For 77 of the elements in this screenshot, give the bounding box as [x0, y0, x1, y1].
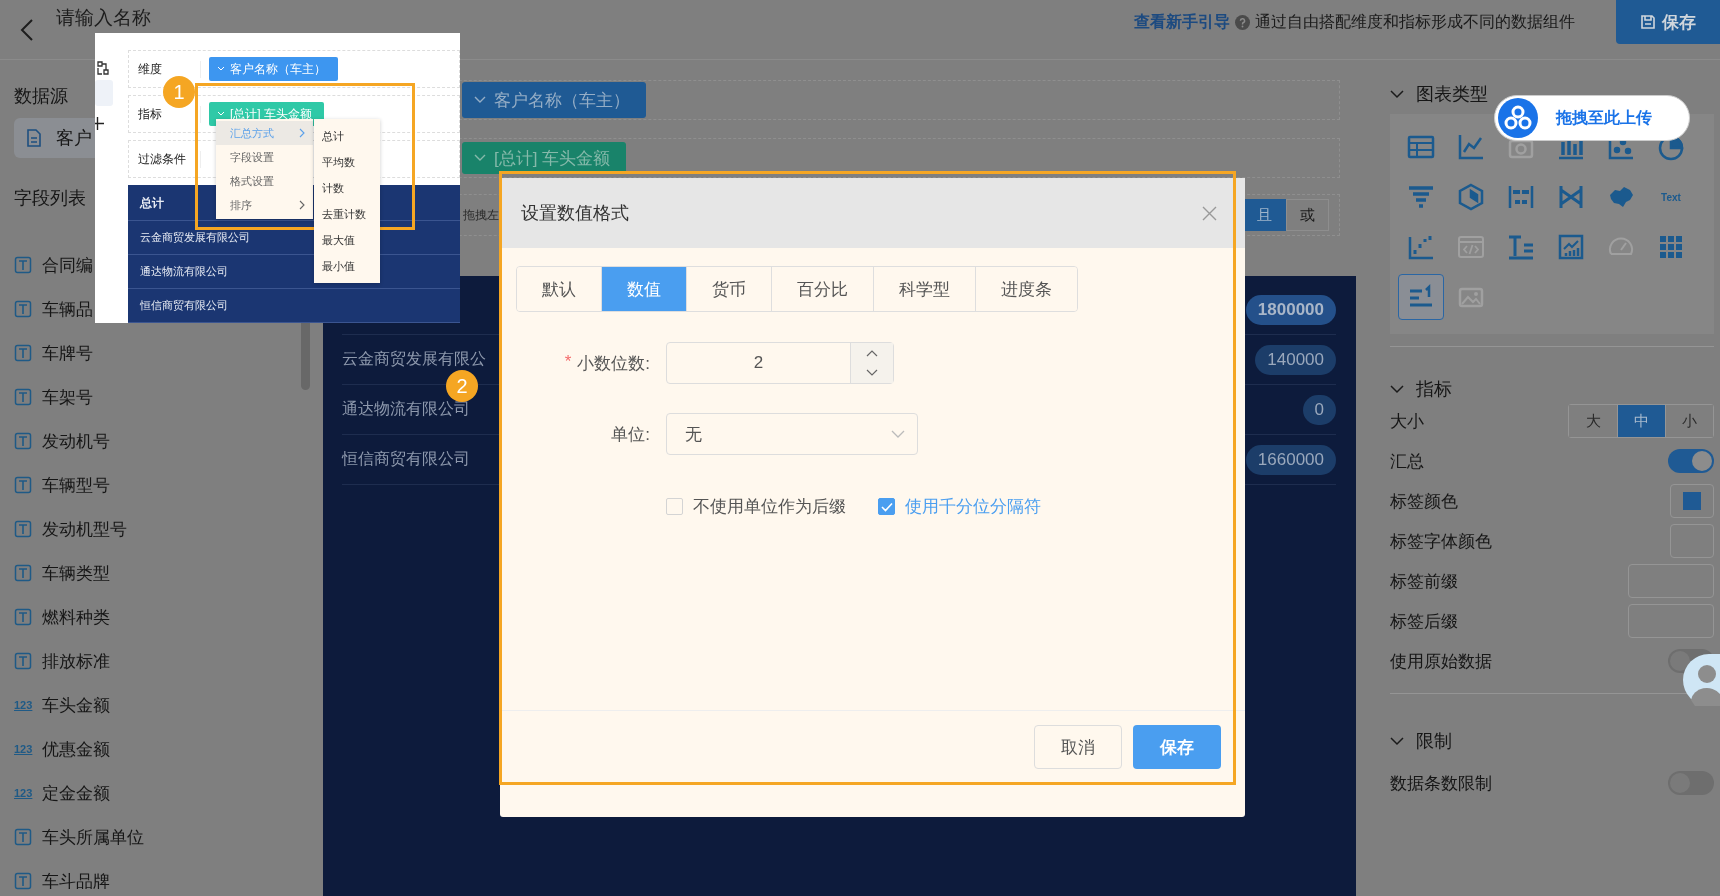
value-badge: 140000	[1255, 344, 1336, 375]
size-option[interactable]: 中	[1617, 405, 1665, 437]
number-type-icon: 123	[14, 743, 32, 755]
setting-label: 标签颜色	[1390, 490, 1458, 513]
setting-label: 标签前缀	[1390, 570, 1458, 593]
field-item[interactable]: 发动机号	[42, 429, 110, 453]
field-item[interactable]: 车头所属单位	[42, 825, 144, 849]
section-heading: 图表类型	[1416, 83, 1488, 106]
menu-item[interactable]: 最小值	[314, 253, 380, 279]
field-item[interactable]: 优惠金额	[42, 737, 110, 761]
section-heading: 限制	[1416, 730, 1452, 753]
setting-label: 数据条数限制	[1390, 772, 1492, 795]
format-tab[interactable]: 数值	[601, 267, 686, 311]
logic-toggle[interactable]: 或	[1286, 199, 1329, 231]
field-item[interactable]: 车架号	[42, 385, 93, 409]
field-item[interactable]: 车牌号	[42, 341, 93, 365]
section-heading: 指标	[1416, 378, 1452, 401]
field-item[interactable]: 车辆类型	[42, 561, 110, 585]
page-title[interactable]: 请输入名称	[56, 7, 151, 29]
menu-item[interactable]: 去重计数	[314, 201, 380, 227]
table-cell-text: 通达物流有限公司	[342, 399, 470, 419]
setting-label: 标签后缀	[1390, 610, 1458, 633]
menu-item[interactable]: 汇总方式	[216, 121, 313, 145]
section-heading: 字段列表	[14, 187, 86, 210]
field-item[interactable]: 车辆型号	[42, 473, 110, 497]
number-type-icon: 123	[14, 699, 32, 711]
setting-label: 汇总	[1390, 450, 1424, 473]
field-item[interactable]: 车斗品牌	[42, 869, 110, 893]
field-item[interactable]: 定金金额	[42, 781, 110, 805]
table-cell-text: 云金商贸发展有限公	[342, 349, 486, 369]
logic-toggle[interactable]: 且	[1243, 199, 1286, 231]
setting-label: 标签字体颜色	[1390, 530, 1492, 553]
value-badge: 1800000	[1245, 294, 1336, 325]
decimal-number-input[interactable]: 2	[666, 342, 894, 384]
checkbox-label[interactable]: 使用千分位分隔符	[905, 495, 1041, 518]
menu-item[interactable]: 总计	[314, 123, 380, 149]
field-item[interactable]: 燃料种类	[42, 605, 110, 629]
format-tab[interactable]: 进度条	[975, 267, 1077, 311]
table-cell-text: 恒信商贸有限公司	[342, 449, 470, 469]
menu-item[interactable]: 最大值	[314, 227, 380, 253]
field-item[interactable]: 车辆品	[42, 297, 93, 321]
setting-label: 大小	[1390, 410, 1424, 433]
size-option[interactable]: 小	[1665, 405, 1713, 437]
required-mark: *	[564, 351, 572, 373]
field-item[interactable]: 车头金额	[42, 693, 110, 717]
description-text: 通过自由搭配维度和指标形成不同的数据组件	[1255, 11, 1575, 32]
filter-hint: 拖拽左	[463, 206, 499, 224]
table-cell: 恒信商贸有限公司	[140, 298, 228, 313]
word-cloud-icon: Text	[1656, 182, 1686, 212]
field-label: 小数位数:	[577, 352, 650, 375]
number-type-icon: 123	[14, 787, 32, 799]
menu-item[interactable]: 字段设置	[216, 145, 313, 169]
menu-item[interactable]: 平均数	[314, 149, 380, 175]
section-heading: 数据源	[14, 85, 68, 108]
field-item[interactable]: 排放标准	[42, 649, 110, 673]
table-cell: 云金商贸发展有限公司	[140, 230, 250, 245]
save-button[interactable]: 保存	[1133, 725, 1221, 769]
row-label: 过滤条件	[129, 150, 201, 168]
field-label: 单位:	[611, 423, 650, 446]
cancel-button[interactable]: 取消	[1034, 725, 1122, 769]
value-badge: 0	[1302, 394, 1336, 425]
save-button[interactable]: 保存	[1616, 0, 1720, 44]
dimension-chip[interactable]: 客户名称（车主）	[462, 82, 646, 118]
dialog-title: 设置数值格式	[521, 202, 629, 225]
checkbox-label[interactable]: 不使用单位作为后缀	[693, 495, 846, 518]
value-badge: 1660000	[1245, 444, 1336, 475]
upload-tooltip[interactable]: 拖拽至此上传	[1494, 95, 1690, 141]
table-cell: 总计	[140, 195, 164, 212]
menu-item[interactable]: 计数	[314, 175, 380, 201]
menu-item[interactable]: 排序	[216, 193, 313, 217]
field-chip[interactable]: 客户名称（车主）	[209, 57, 338, 81]
table-cell: 通达物流有限公司	[140, 264, 228, 279]
menu-item[interactable]: 格式设置	[216, 169, 313, 193]
setting-label: 使用原始数据	[1390, 650, 1492, 673]
unit-select[interactable]: 无	[666, 413, 918, 455]
field-item[interactable]: 发动机型号	[42, 517, 127, 541]
field-item[interactable]: 合同编	[42, 253, 93, 277]
